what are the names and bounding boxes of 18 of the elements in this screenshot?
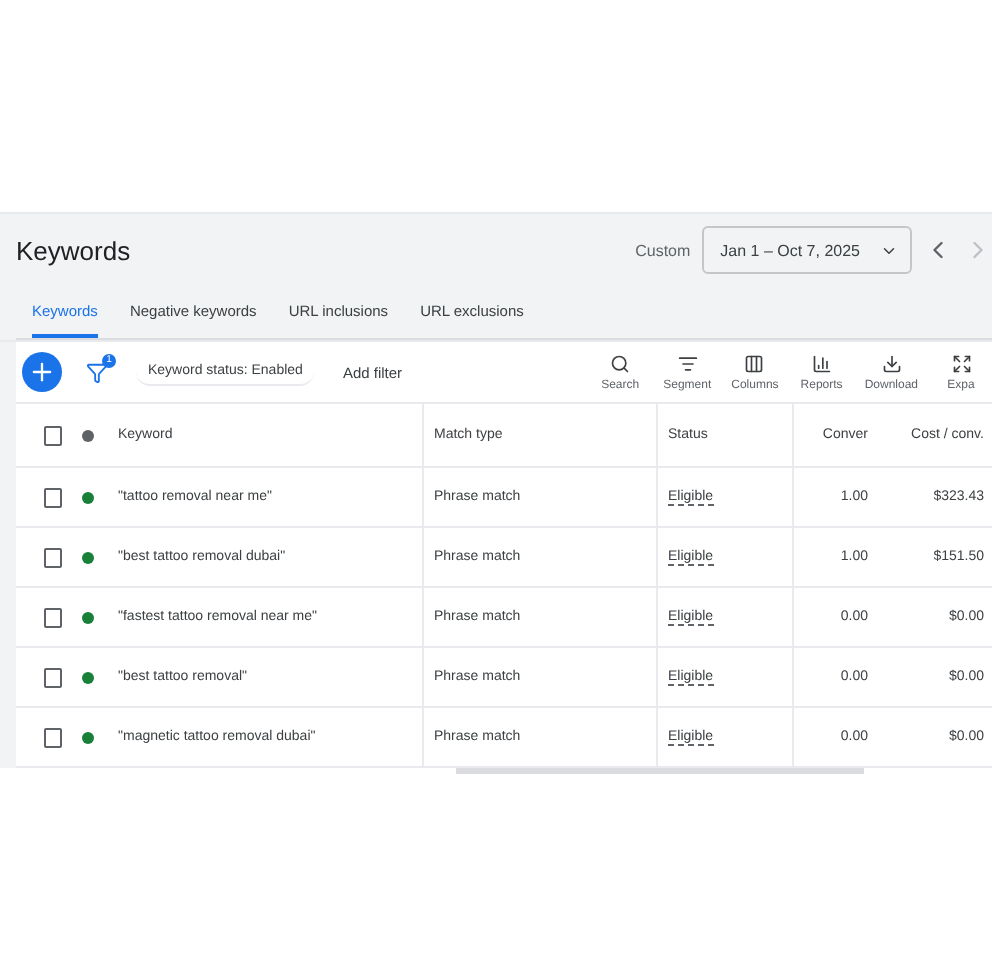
- add-button[interactable]: [22, 352, 62, 392]
- row-checkbox[interactable]: [44, 667, 62, 687]
- date-label: Custom: [635, 241, 691, 259]
- expand-icon: [951, 353, 971, 373]
- status-dot: [82, 429, 94, 441]
- row-checkbox[interactable]: [44, 607, 62, 627]
- date-range-dropdown[interactable]: Jan 1 – Oct 7, 2025: [702, 226, 912, 274]
- plus-icon: [28, 358, 56, 386]
- row-checkbox[interactable]: [44, 727, 62, 747]
- columns-icon: [744, 353, 765, 373]
- segment-icon: [677, 353, 698, 373]
- download-icon: [881, 353, 902, 373]
- reports-icon: [811, 353, 832, 373]
- row-checkbox[interactable]: [44, 547, 62, 567]
- row-checkbox[interactable]: [44, 487, 62, 507]
- page-title: Keywords: [16, 235, 133, 265]
- search-icon: [610, 353, 631, 373]
- select-all-checkbox[interactable]: [44, 425, 62, 445]
